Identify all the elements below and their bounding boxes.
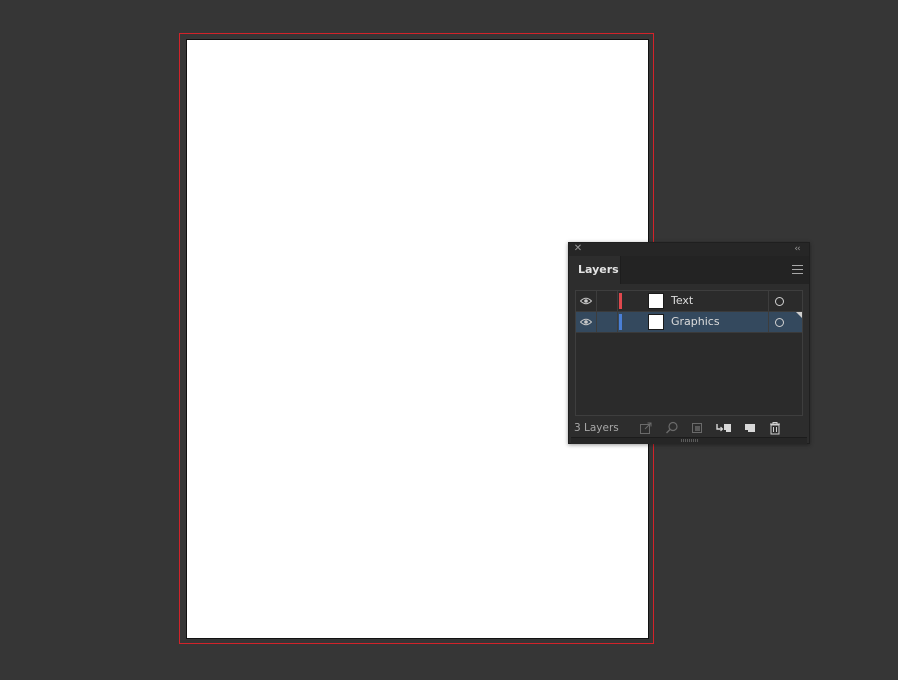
active-layer-indicator-icon (796, 312, 802, 318)
new-layer-button[interactable] (743, 420, 757, 434)
layer-target[interactable] (768, 291, 802, 311)
collapse-panel-button[interactable]: ‹‹ (791, 244, 803, 254)
panel-title-bar[interactable]: ✕ ‹‹ (569, 243, 809, 256)
hamburger-icon-line (792, 269, 803, 270)
target-circle-icon (775, 318, 784, 327)
layer-color-swatch (619, 293, 622, 309)
visibility-toggle[interactable] (576, 312, 597, 332)
grip-icon (681, 439, 699, 442)
search-icon (666, 421, 678, 434)
export-layer-button[interactable] (639, 420, 653, 434)
eye-icon (580, 318, 592, 326)
clipping-mask-icon (692, 423, 702, 433)
panel-tab-row: Layers (569, 256, 809, 284)
hamburger-icon-line (792, 273, 803, 274)
clipping-mask-button[interactable] (690, 420, 704, 434)
layer-count: 3 Layers (574, 422, 619, 434)
visibility-toggle[interactable] (576, 291, 597, 311)
layer-name[interactable]: Text (671, 291, 693, 311)
panel-resize-handle[interactable] (571, 437, 807, 444)
layer-row-text[interactable]: Text (576, 291, 802, 312)
delete-layer-button[interactable] (768, 420, 782, 435)
tab-layers[interactable]: Layers (569, 256, 621, 284)
new-sublayer-button[interactable] (716, 420, 731, 434)
layer-thumbnail (648, 293, 664, 309)
close-icon: ✕ (573, 243, 583, 254)
layer-thumbnail (648, 314, 664, 330)
eye-icon (580, 297, 592, 305)
layers-panel: ✕ ‹‹ Layers Text Graphics 3 Layers (568, 242, 810, 444)
panel-footer: 3 Layers (569, 419, 809, 437)
indesign-workspace: ✕ ‹‹ Layers Text Graphics 3 Layers (0, 0, 898, 680)
hamburger-icon-line (792, 265, 803, 266)
collapse-icon: ‹‹ (794, 244, 800, 254)
close-panel-button[interactable]: ✕ (573, 244, 583, 254)
lock-toggle[interactable] (597, 312, 618, 332)
layer-color-swatch (619, 314, 622, 330)
lock-toggle[interactable] (597, 291, 618, 311)
new-layer-icon (745, 424, 755, 432)
layer-name[interactable]: Graphics (671, 312, 720, 332)
search-layers-button[interactable] (665, 420, 679, 434)
layer-row-graphics[interactable]: Graphics (576, 312, 802, 333)
new-sublayer-icon (716, 424, 731, 432)
layer-list: Text Graphics (575, 290, 803, 416)
export-icon (640, 422, 652, 434)
trash-icon (770, 422, 780, 435)
tab-layers-label: Layers (578, 263, 619, 276)
target-circle-icon (775, 297, 784, 306)
layer-target[interactable] (768, 312, 802, 332)
panel-menu-button[interactable] (792, 265, 803, 274)
